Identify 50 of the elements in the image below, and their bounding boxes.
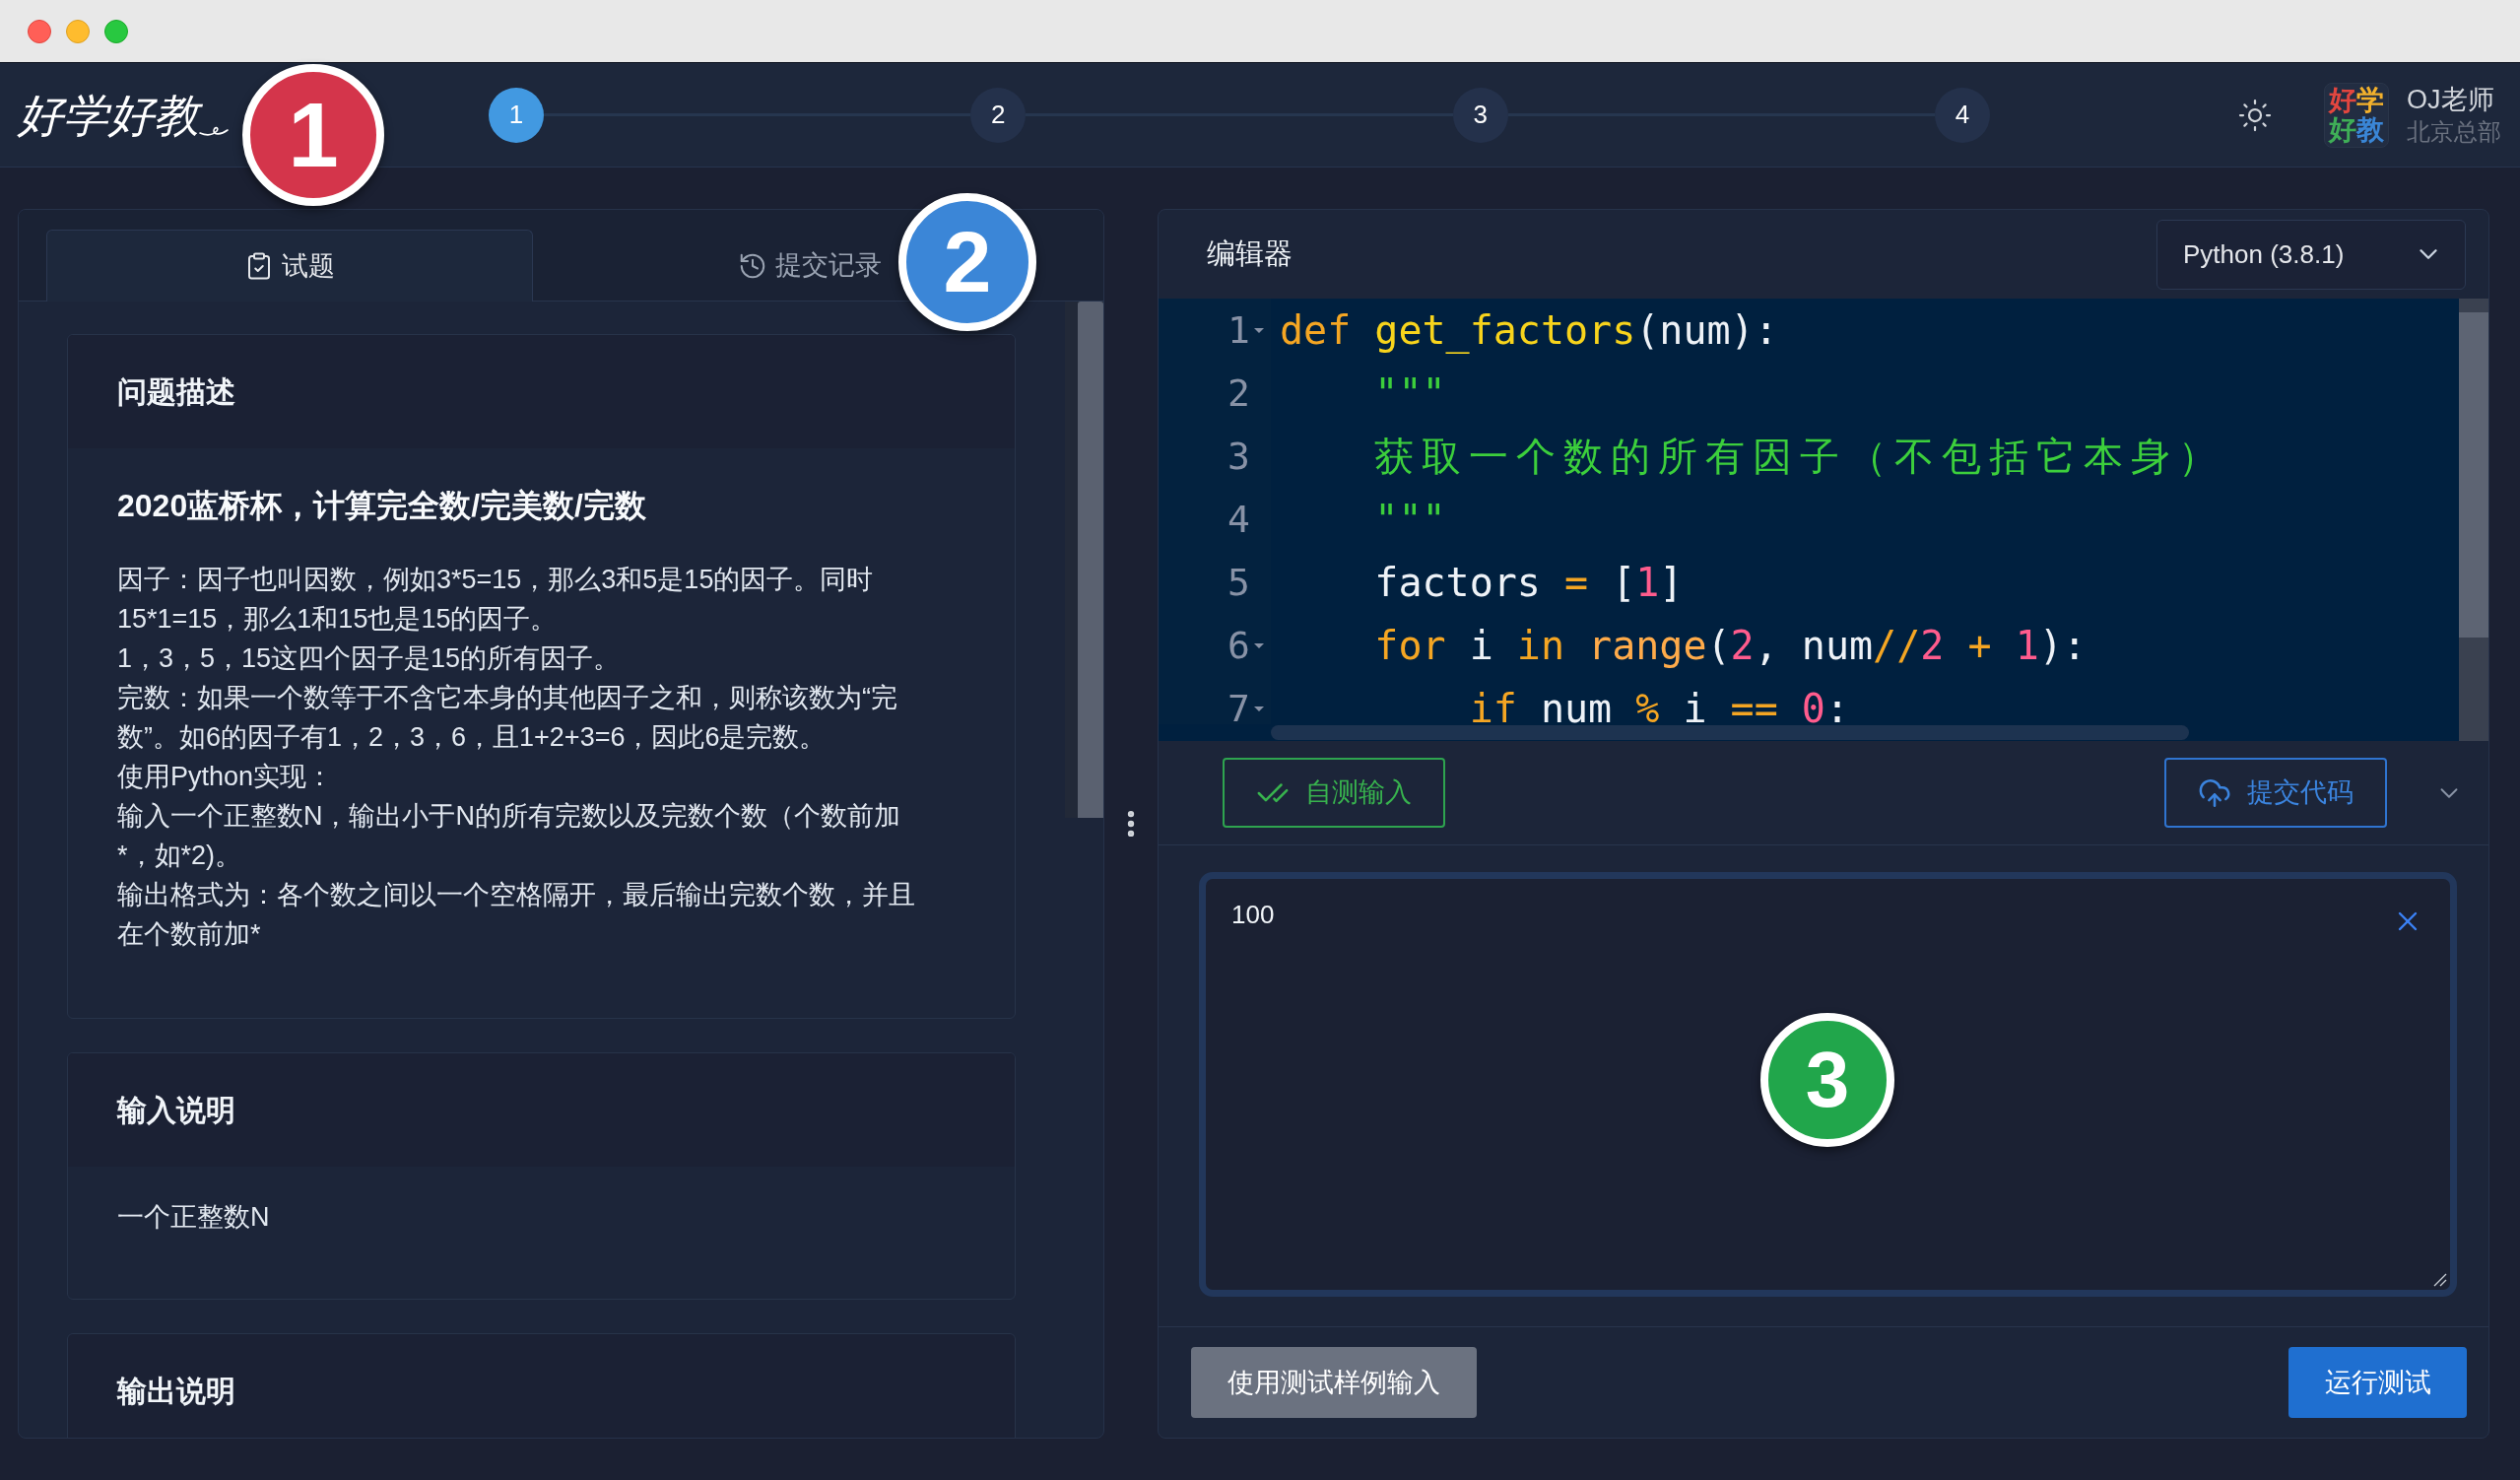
language-select[interactable]: Python (3.8.1) (2156, 219, 2466, 290)
step-indicator[interactable]: 4 (1935, 87, 1990, 143)
logo-text: 好教 (2329, 114, 2384, 145)
horizontal-scrollbar-thumb[interactable] (1271, 725, 2189, 740)
action-button[interactable]: 运行测试 (2288, 1347, 2467, 1418)
line-number: 2 (1227, 370, 1250, 417)
action-button[interactable]: 自测输入 (1223, 758, 1445, 828)
resize-grip-icon[interactable] (2433, 1273, 2447, 1287)
description-text: 使用Python实现： (117, 761, 335, 793)
line-number: 5 (1227, 559, 1250, 606)
code-line: 获取一个数的所有因子（不包括它本身） (1373, 433, 2227, 481)
description-text: 输入一个正整数N，输出小于N的所有完数以及完数个数（个数前加 *，如*2)。 (117, 800, 901, 872)
line-number: 1 (1227, 306, 1250, 354)
step-indicator[interactable]: 3 (1452, 87, 1508, 143)
line-number: 3 (1227, 433, 1250, 480)
code-line: """ (1373, 370, 1447, 418)
description-text: 一个正整数N (117, 1201, 271, 1234)
tab[interactable]: 提交记录 (533, 230, 895, 302)
code-line: if num % i == 0: (1468, 685, 1851, 724)
editor-title: 编辑器 (1207, 236, 1293, 272)
code-line: factors = [1] (1373, 559, 1685, 607)
organization-name: 北京总部 (2407, 116, 2501, 147)
description-text: 因子：因子也叫因数，例如3*5=15，那么3和5是15的因子。同时 15*1=15，那么1和15也是15的因子。 (117, 564, 875, 636)
section-title: 输出说明 (117, 1374, 235, 1409)
fold-icon[interactable] (1254, 327, 1264, 333)
line-number: 6 (1227, 622, 1250, 669)
action-button[interactable]: 提交代码 (2164, 758, 2387, 828)
action-button[interactable]: 使用测试样例输入 (1191, 1347, 1477, 1418)
description-text: 1，3，5，15这四个因子是15的所有因子。 (117, 642, 622, 675)
code-line: for i in range(2, num//2 + 1): (1373, 622, 2088, 670)
code-line: """ (1373, 496, 1447, 544)
sun-icon[interactable] (2237, 97, 2273, 133)
scrollbar-thumb[interactable] (2459, 312, 2488, 638)
avatar-logo[interactable]: 好学 好教 (2324, 82, 2389, 148)
section-title: 输入说明 (117, 1093, 235, 1128)
tab[interactable]: 试题 (46, 230, 533, 302)
description-text: 输出格式为：各个数之间以一个空格隔开，最后输出完数个数，并且 在个数前加* (117, 879, 916, 951)
code-line: def get_factors(num): (1280, 306, 1779, 356)
line-number: 4 (1227, 496, 1250, 543)
logo-text: 好学 (2329, 85, 2384, 115)
window-close-icon[interactable] (28, 19, 51, 43)
description-text: 完数：如果一个数等于不含它本身的其他因子之和，则称该数为“完 数”。如6的因子有1，2，3，6，且1+2+3=6，因此6是完数。 (117, 682, 898, 754)
step-indicator[interactable]: 2 (970, 87, 1027, 143)
line-number: 7 (1227, 685, 1250, 724)
problem-heading: 2020蓝桥杯，计算完全数/完美数/完数 (117, 487, 647, 525)
user-name: OJ老师 (2407, 83, 2495, 116)
scrollbar-thumb[interactable] (1078, 302, 1103, 818)
section-title: 问题描述 (117, 374, 235, 410)
fold-icon[interactable] (1254, 642, 1264, 648)
fold-icon[interactable] (1254, 706, 1264, 711)
